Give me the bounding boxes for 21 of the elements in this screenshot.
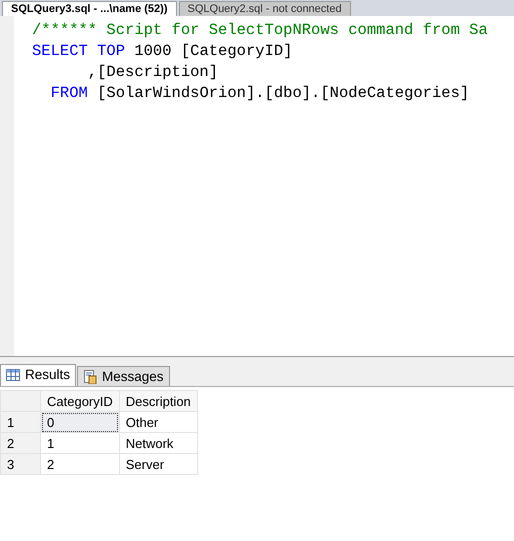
table-cell: Network [119, 432, 198, 454]
code-line: ,[Description] [86, 62, 218, 83]
table-cell: 0 [40, 412, 120, 432]
row-number[interactable]: 1 [0, 412, 40, 432]
column-header[interactable]: CategoryID [40, 390, 120, 412]
row-number[interactable]: 2 [0, 432, 40, 454]
table-cell: Other [119, 412, 198, 432]
code-line: SELECT TOP 1000 [CategoryID] [32, 41, 292, 62]
row-number[interactable]: 3 [0, 454, 40, 474]
table-cell: 1 [40, 432, 120, 454]
document-tab[interactable]: SQLQuery2.sql - not connected [178, 1, 351, 16]
document-icon [83, 370, 98, 384]
grid-icon [6, 368, 20, 380]
table-cell: 2 [40, 454, 120, 474]
document-tab[interactable]: SQLQuery3.sql - ...\name (52)) [2, 1, 176, 16]
code-line: FROM [SolarWindsOrion].[dbo].[NodeCategories] [50, 83, 470, 104]
code-line: /****** Script for SelectTopNRows command from Sa [32, 20, 488, 41]
results-tab[interactable]: Messages [77, 366, 170, 386]
table-cell: Server [119, 454, 198, 474]
results-tab[interactable]: Results [0, 364, 76, 386]
column-header[interactable]: Description [119, 390, 198, 412]
